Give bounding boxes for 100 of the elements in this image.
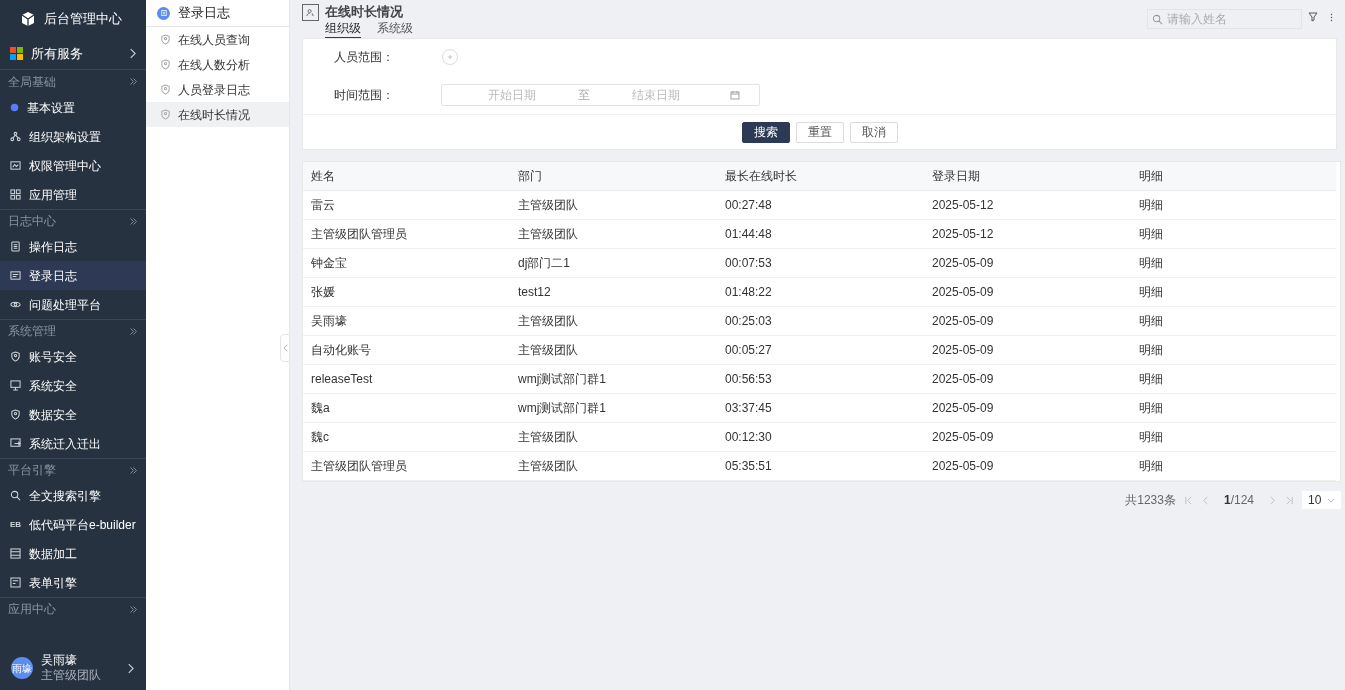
grid-logo-icon xyxy=(10,47,23,60)
user-name: 吴雨壕 xyxy=(41,653,78,668)
search-icon xyxy=(10,490,21,501)
table-cell-text: 雷云 xyxy=(310,197,336,214)
page-size-select[interactable]: 10 xyxy=(1302,491,1341,509)
shield-icon xyxy=(160,34,171,45)
table-cell-text: 主管级团队 xyxy=(517,313,579,330)
table-cell-text: dj部门二1 xyxy=(517,255,571,272)
sidebar-item[interactable]: 系统安全 xyxy=(0,371,146,400)
table-cell-text: test12 xyxy=(517,284,552,301)
detail-link[interactable]: 明细 xyxy=(1131,196,1336,214)
table-cell-text: 00:25:03 xyxy=(724,313,773,330)
dot-icon xyxy=(10,103,19,112)
sidebar-item[interactable]: 组织架构设置 xyxy=(0,122,146,151)
eb-icon: EB xyxy=(10,518,21,531)
table-cell-text: 主管级团队 xyxy=(517,342,579,359)
detail-link[interactable]: 明细 xyxy=(1131,399,1336,417)
table-cell-text: 主管级团队管理员 xyxy=(310,458,408,475)
detail-link[interactable]: 明细 xyxy=(1131,254,1336,272)
detail-link[interactable]: 明细 xyxy=(1131,225,1336,243)
double-chevron-icon[interactable] xyxy=(129,604,138,614)
detail-link[interactable]: 明细 xyxy=(1131,312,1336,330)
screen-icon xyxy=(10,270,21,281)
detail-link[interactable]: 明细 xyxy=(1131,283,1336,301)
table-cell-text: 自动化账号 xyxy=(310,342,372,359)
section-title: 系统管理 xyxy=(8,323,56,340)
shield-icon xyxy=(160,84,171,95)
sidebar-item[interactable]: 系统迁入迁出 xyxy=(0,429,146,458)
table-cell-text: wmj测试部门群1 xyxy=(517,371,607,388)
sidebar-item[interactable]: 表单引擎 xyxy=(0,568,146,597)
field-label: 人员范围： xyxy=(334,49,395,66)
sidebar-item[interactable]: 数据安全 xyxy=(0,400,146,429)
monitor-icon xyxy=(10,380,21,391)
search-field[interactable]: 请输入姓名 xyxy=(1147,9,1302,29)
tab[interactable]: 系统级 xyxy=(377,21,413,39)
sidebar-item[interactable]: 数据加工 xyxy=(0,539,146,568)
double-chevron-icon[interactable] xyxy=(129,216,138,226)
table-cell-text: 2025-05-09 xyxy=(931,429,995,446)
section-title: 平台引擎 xyxy=(8,462,56,479)
sidebar-item[interactable]: 问题处理平台 xyxy=(0,290,146,319)
calendar-icon xyxy=(730,89,740,100)
shield-icon xyxy=(160,59,171,70)
sidebar-item[interactable]: EB 低代码平台e-builder xyxy=(0,510,146,539)
table-cell-text: 2025-05-09 xyxy=(931,313,995,330)
shield-icon xyxy=(160,109,171,120)
table-cell-text: 主管级团队 xyxy=(517,429,579,446)
table-cell-text: 主管级团队 xyxy=(517,458,579,475)
section-title: 日志中心 xyxy=(8,213,56,230)
collapse-handle[interactable] xyxy=(280,334,290,362)
table-cell-text: releaseTest xyxy=(310,371,374,388)
double-chevron-icon[interactable] xyxy=(129,326,138,336)
table-cell-text: 张媛 xyxy=(310,284,336,301)
document-icon xyxy=(10,241,21,252)
all-services-button[interactable]: 所有服务 xyxy=(0,38,146,70)
user-department: 主管级团队 xyxy=(41,668,102,683)
table-cell-text: 吴雨壕 xyxy=(310,313,348,330)
chevron-right-icon xyxy=(127,662,134,674)
shield-icon xyxy=(10,351,21,362)
detail-link[interactable]: 明细 xyxy=(1131,341,1336,359)
table-icon xyxy=(10,548,21,559)
page-indicator: 1/124 xyxy=(1223,492,1254,509)
table-cell-text: 01:48:22 xyxy=(724,284,773,301)
sidebar-item[interactable]: 登录日志 xyxy=(0,261,146,290)
table-cell-text: 2025-05-09 xyxy=(931,342,995,359)
form-icon xyxy=(10,577,21,588)
double-chevron-icon[interactable] xyxy=(129,465,138,475)
export-icon xyxy=(10,438,21,449)
table-cell-text: 00:07:53 xyxy=(724,255,773,272)
form-button[interactable]: 重置 xyxy=(795,121,844,143)
sidebar-item[interactable]: 权限管理中心 xyxy=(0,151,146,180)
column-header: 最长在线时长 xyxy=(724,168,798,185)
form-button[interactable]: 取消 xyxy=(849,121,898,143)
table-cell-text: 00:05:27 xyxy=(724,342,773,359)
sidebar-item[interactable]: 操作日志 xyxy=(0,232,146,261)
search-input[interactable]: 请输入姓名 xyxy=(1167,10,1297,28)
submenu-item[interactable]: 在线时长情况 xyxy=(146,102,289,127)
sidebar-item[interactable]: 应用管理 xyxy=(0,180,146,209)
table-cell-text: 00:12:30 xyxy=(724,429,773,446)
detail-link[interactable]: 明细 xyxy=(1131,428,1336,446)
table-cell-text: 00:27:48 xyxy=(724,197,773,214)
range-separator: 至 xyxy=(578,86,590,104)
grid-icon xyxy=(10,189,21,200)
sidebar-item[interactable]: 账号安全 xyxy=(0,342,146,371)
table-cell-text: 魏c xyxy=(310,429,330,446)
section-title: 全局基础 xyxy=(8,73,56,91)
field-label: 时间范围： xyxy=(334,86,395,104)
sidebar-item[interactable]: 全文搜索引擎 xyxy=(0,481,146,510)
orbit-icon xyxy=(10,299,21,310)
search-button[interactable]: 搜索 xyxy=(741,121,790,143)
table-cell-text: 00:56:53 xyxy=(724,371,773,388)
table-cell-text: 主管级团队 xyxy=(517,226,579,243)
double-chevron-icon[interactable] xyxy=(129,77,138,86)
chart-icon xyxy=(10,160,21,171)
table-cell-text: 钟金宝 xyxy=(310,255,348,272)
filter-icon[interactable] xyxy=(1308,12,1318,22)
column-header: 登录日期 xyxy=(931,168,981,185)
detail-link[interactable]: 明细 xyxy=(1131,457,1336,475)
table-cell-text: 2025-05-12 xyxy=(931,197,995,214)
sidebar-item[interactable]: 基本设置 xyxy=(0,93,146,122)
detail-link[interactable]: 明细 xyxy=(1131,370,1336,388)
